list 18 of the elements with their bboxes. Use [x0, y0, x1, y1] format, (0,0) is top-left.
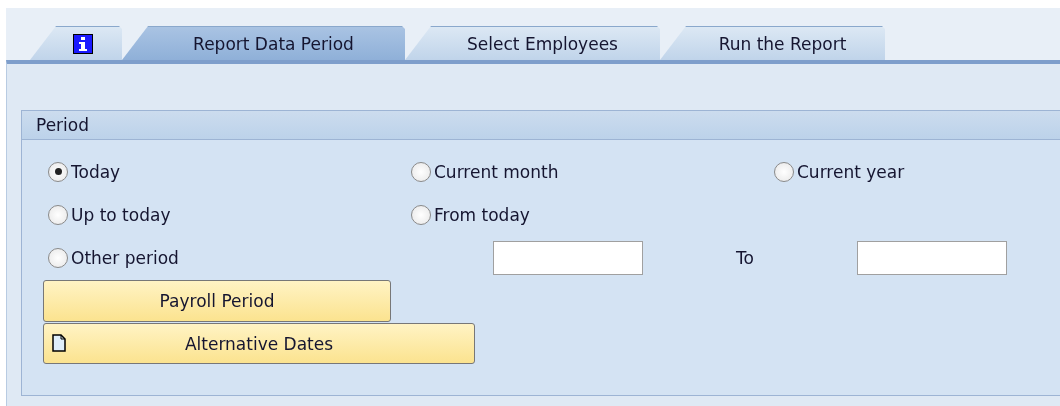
tab[interactable]: Run the Report	[660, 26, 885, 60]
tab[interactable]: Report Data Period	[122, 26, 405, 60]
to-label: To	[736, 247, 755, 268]
radio-option[interactable]: From today	[411, 204, 774, 225]
tab[interactable]: Select Employees	[405, 26, 660, 60]
radio-option[interactable]: Current month	[411, 161, 774, 182]
radio-option[interactable]: Current year	[774, 161, 905, 182]
document-icon	[52, 334, 66, 352]
payroll-button[interactable]: Payroll Period	[43, 280, 391, 322]
info-icon	[73, 33, 93, 54]
radio-option[interactable]: Today	[48, 161, 411, 182]
date-to-field[interactable]	[857, 240, 1007, 275]
date-from-field[interactable]	[493, 240, 643, 275]
alternative-button[interactable]: Alternative Dates	[43, 323, 475, 364]
group-title: Period	[36, 115, 89, 135]
radio-option[interactable]: Up to today	[48, 204, 411, 225]
tab[interactable]	[30, 26, 122, 60]
radio-option[interactable]: Other period	[48, 247, 411, 268]
